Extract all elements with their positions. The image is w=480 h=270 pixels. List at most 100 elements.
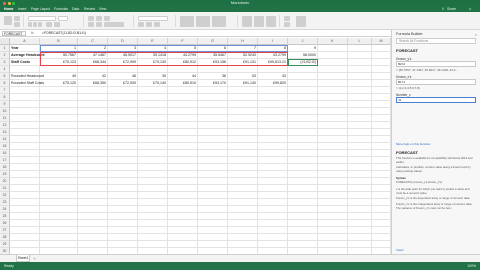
row-header-3[interactable]: 3 [0,59,10,66]
row-header-23[interactable]: 23 [0,199,10,206]
zoom-window-icon[interactable] [12,1,15,5]
autosum-icon[interactable] [284,16,290,21]
cell-h5[interactable]: 53 [228,73,258,80]
cell-f6[interactable]: £80,910 [168,80,198,87]
paste-icon[interactable] [4,16,12,25]
more-help-link[interactable]: More help on this function [396,142,430,146]
column-header-l[interactable]: L [348,38,372,45]
decimal-icon[interactable] [154,22,160,27]
zoom-level[interactable]: 100% [467,262,476,270]
row-header-27[interactable]: 27 [0,227,10,234]
fx-icon[interactable]: fx [31,31,39,36]
column-header-g[interactable]: G [198,38,228,45]
column-header-m[interactable]: M [372,38,391,45]
number-format-select[interactable] [138,16,168,21]
minimize-window-icon[interactable] [7,1,11,5]
align-center-icon[interactable] [96,22,102,27]
cell-f5[interactable]: 44 [168,73,198,80]
row-header-2[interactable]: 2 [0,52,10,59]
spreadsheet-grid[interactable]: ABCDEFGHIJKLMN12345678910111213141516171… [0,38,391,254]
add-sheet-icon[interactable]: + [32,256,37,261]
cell-b5[interactable]: 49 [40,73,78,80]
underline-icon[interactable] [38,22,42,27]
italic-icon[interactable] [33,22,37,27]
tab-review[interactable]: Review [84,7,95,11]
row-header-11[interactable]: 11 [0,115,10,122]
row-header-21[interactable]: 21 [0,185,10,192]
percent-icon[interactable] [146,22,152,27]
row-header-7[interactable]: 7 [0,87,10,94]
share-button[interactable]: Share [447,7,456,11]
column-header-f[interactable]: F [168,38,198,45]
row-header-14[interactable]: 14 [0,136,10,143]
row-header-26[interactable]: 26 [0,220,10,227]
name-box[interactable]: FORECAST [2,31,26,36]
select-all-corner[interactable] [0,38,10,45]
align-left-icon[interactable] [88,22,94,27]
row-header-13[interactable]: 13 [0,129,10,136]
format-table-icon[interactable] [196,16,210,27]
column-header-d[interactable]: D [108,38,138,45]
currency-icon[interactable] [138,22,144,27]
cut-icon[interactable] [14,16,20,21]
row-header-15[interactable]: 15 [0,143,10,150]
row-header-18[interactable]: 18 [0,164,10,171]
wrap-text-icon[interactable] [104,16,110,21]
column-header-e[interactable]: E [138,38,168,45]
column-header-c[interactable]: C [78,38,108,45]
column-header-h[interactable]: H [228,38,258,45]
row-header-6[interactable]: 6 [0,80,10,87]
row-header-22[interactable]: 22 [0,192,10,199]
function-search-input[interactable]: Search All Functions [396,38,476,44]
tab-home[interactable]: Home [4,7,13,11]
row-header-17[interactable]: 17 [0,157,10,164]
column-header-b[interactable]: B [40,38,78,45]
row-header-5[interactable]: 5 [0,73,10,80]
font-size-select[interactable] [58,16,68,21]
merge-center-icon[interactable] [104,22,124,27]
copy-icon[interactable] [14,22,20,27]
tab-data[interactable]: Data [72,7,79,11]
cell-i5[interactable]: 43 [258,73,288,80]
cell-j1[interactable]: 9 [288,45,318,52]
cell-g6[interactable]: £93,170 [198,80,228,87]
arg-field-known-xs[interactable]: B1:I1 [396,79,476,85]
cell-d5[interactable]: 46 [108,73,138,80]
tab-page-layout[interactable]: Page Layout [31,7,50,11]
row-header-28[interactable]: 28 [0,234,10,241]
smiley-icon[interactable]: ☺ [468,7,472,11]
align-top-icon[interactable] [88,16,94,21]
arg-field-known-ys[interactable]: B2:I2 [396,61,476,67]
cell-i6[interactable]: £99,820 [258,80,288,87]
insert-result-button[interactable]: Insert [396,248,404,252]
tab-view[interactable]: View [99,7,106,11]
row-header-4[interactable]: 4 [0,66,10,73]
column-header-k[interactable]: K [318,38,348,45]
close-icon[interactable]: × [475,32,477,37]
tab-insert[interactable]: Insert [18,7,26,11]
delete-cells-icon[interactable] [254,16,264,27]
fill-icon[interactable] [284,22,290,27]
fill-color-icon[interactable] [46,22,52,27]
sort-filter-icon[interactable] [296,16,306,27]
row-header-25[interactable]: 25 [0,213,10,220]
cell-styles-icon[interactable] [212,16,226,27]
tab-formulas[interactable]: Formulas [54,7,68,11]
column-header-j[interactable]: J [288,38,318,45]
row-header-24[interactable]: 24 [0,206,10,213]
insert-cells-icon[interactable] [242,16,252,27]
cell-d6[interactable]: £72,000 [108,80,138,87]
sheet-tab[interactable]: Sheet1 [16,255,30,262]
row-header-10[interactable]: 10 [0,108,10,115]
font-color-icon[interactable] [54,22,60,27]
row-header-16[interactable]: 16 [0,150,10,157]
row-header-19[interactable]: 19 [0,171,10,178]
close-window-icon[interactable] [3,1,6,5]
cell-g5[interactable]: 36 [198,73,228,80]
font-name-select[interactable] [28,16,56,21]
row-header-8[interactable]: 8 [0,94,10,101]
cell-e6[interactable]: £70,140 [138,80,168,87]
align-middle-icon[interactable] [96,16,102,21]
row-header-29[interactable]: 29 [0,241,10,248]
row-header-1[interactable]: 1 [0,45,10,52]
